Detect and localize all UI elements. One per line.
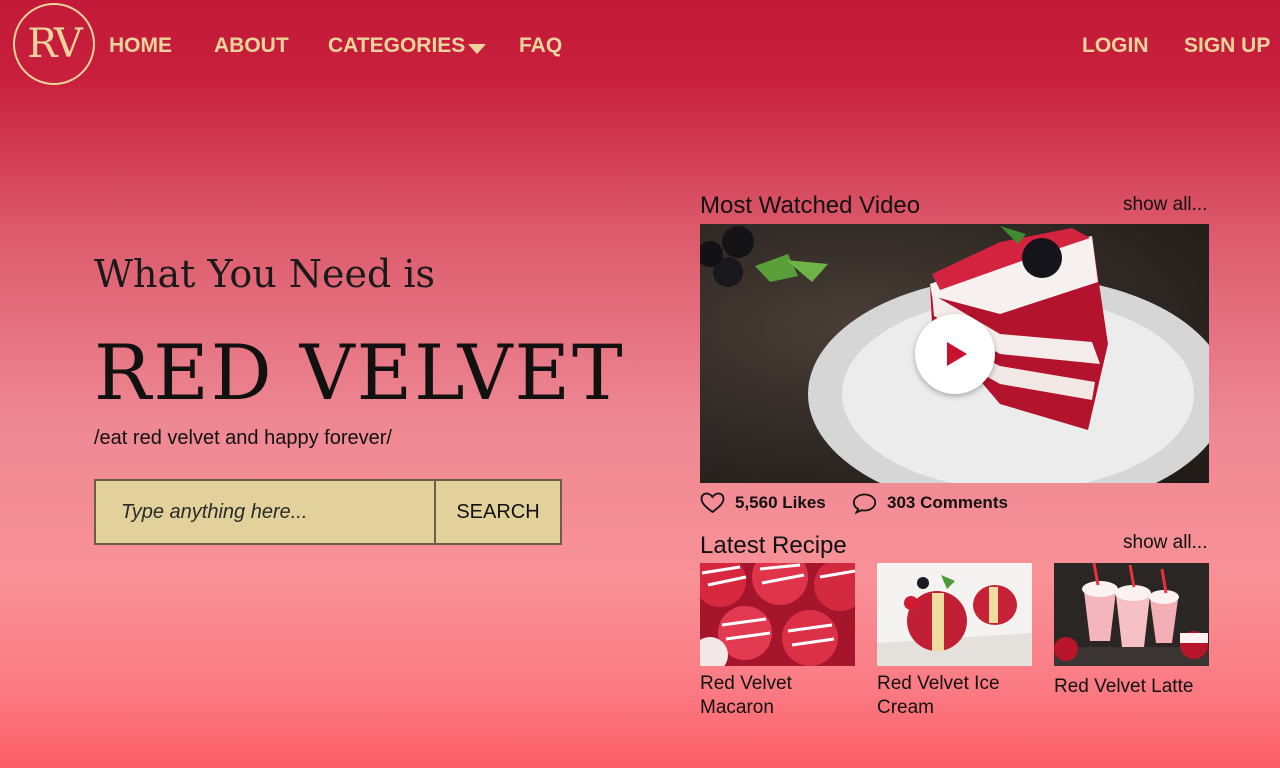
recipe-section-title: Latest Recipe (700, 532, 847, 559)
recipe-name-ice-cream[interactable]: Red Velvet Ice Cream (877, 672, 1037, 720)
play-icon[interactable] (915, 314, 995, 394)
search-bar: SEARCH (94, 479, 562, 545)
nav-home[interactable]: HOME (109, 34, 172, 58)
hero-title: RED VELVET (94, 328, 625, 417)
video-thumbnail[interactable] (700, 224, 1209, 483)
chevron-down-icon[interactable] (468, 44, 486, 54)
heart-icon (700, 492, 725, 514)
nav-categories[interactable]: CATEGORIES (328, 34, 465, 58)
search-input[interactable] (96, 481, 434, 543)
macaron-image (700, 563, 855, 666)
latte-image (1054, 563, 1209, 666)
nav-login[interactable]: LOGIN (1082, 34, 1149, 58)
logo[interactable]: RV (13, 3, 95, 85)
comments-stat[interactable]: 303 Comments (852, 492, 1008, 514)
likes-stat[interactable]: 5,560 Likes (700, 492, 826, 514)
comment-icon (852, 493, 877, 514)
likes-count: 5,560 Likes (735, 493, 826, 512)
recipe-thumb-latte[interactable] (1054, 563, 1209, 666)
comments-count: 303 Comments (887, 493, 1008, 512)
hero-tagline: /eat red velvet and happy forever/ (94, 427, 392, 449)
nav-signup[interactable]: SIGN UP (1184, 34, 1270, 58)
nav-about[interactable]: ABOUT (214, 34, 289, 58)
recipe-thumb-ice-cream[interactable] (877, 563, 1032, 666)
hero-subtitle: What You Need is (94, 252, 436, 296)
nav-faq[interactable]: FAQ (519, 34, 562, 58)
recipe-show-all-link[interactable]: show all... (1123, 532, 1207, 554)
ice-cream-image (877, 563, 1032, 666)
video-section-title: Most Watched Video (700, 192, 921, 219)
video-show-all-link[interactable]: show all... (1123, 194, 1207, 216)
search-button[interactable]: SEARCH (434, 481, 560, 543)
recipe-name-macaron[interactable]: Red Velvet Macaron (700, 672, 860, 720)
recipe-name-latte[interactable]: Red Velvet Latte (1054, 675, 1214, 699)
recipe-thumb-macaron[interactable] (700, 563, 855, 666)
